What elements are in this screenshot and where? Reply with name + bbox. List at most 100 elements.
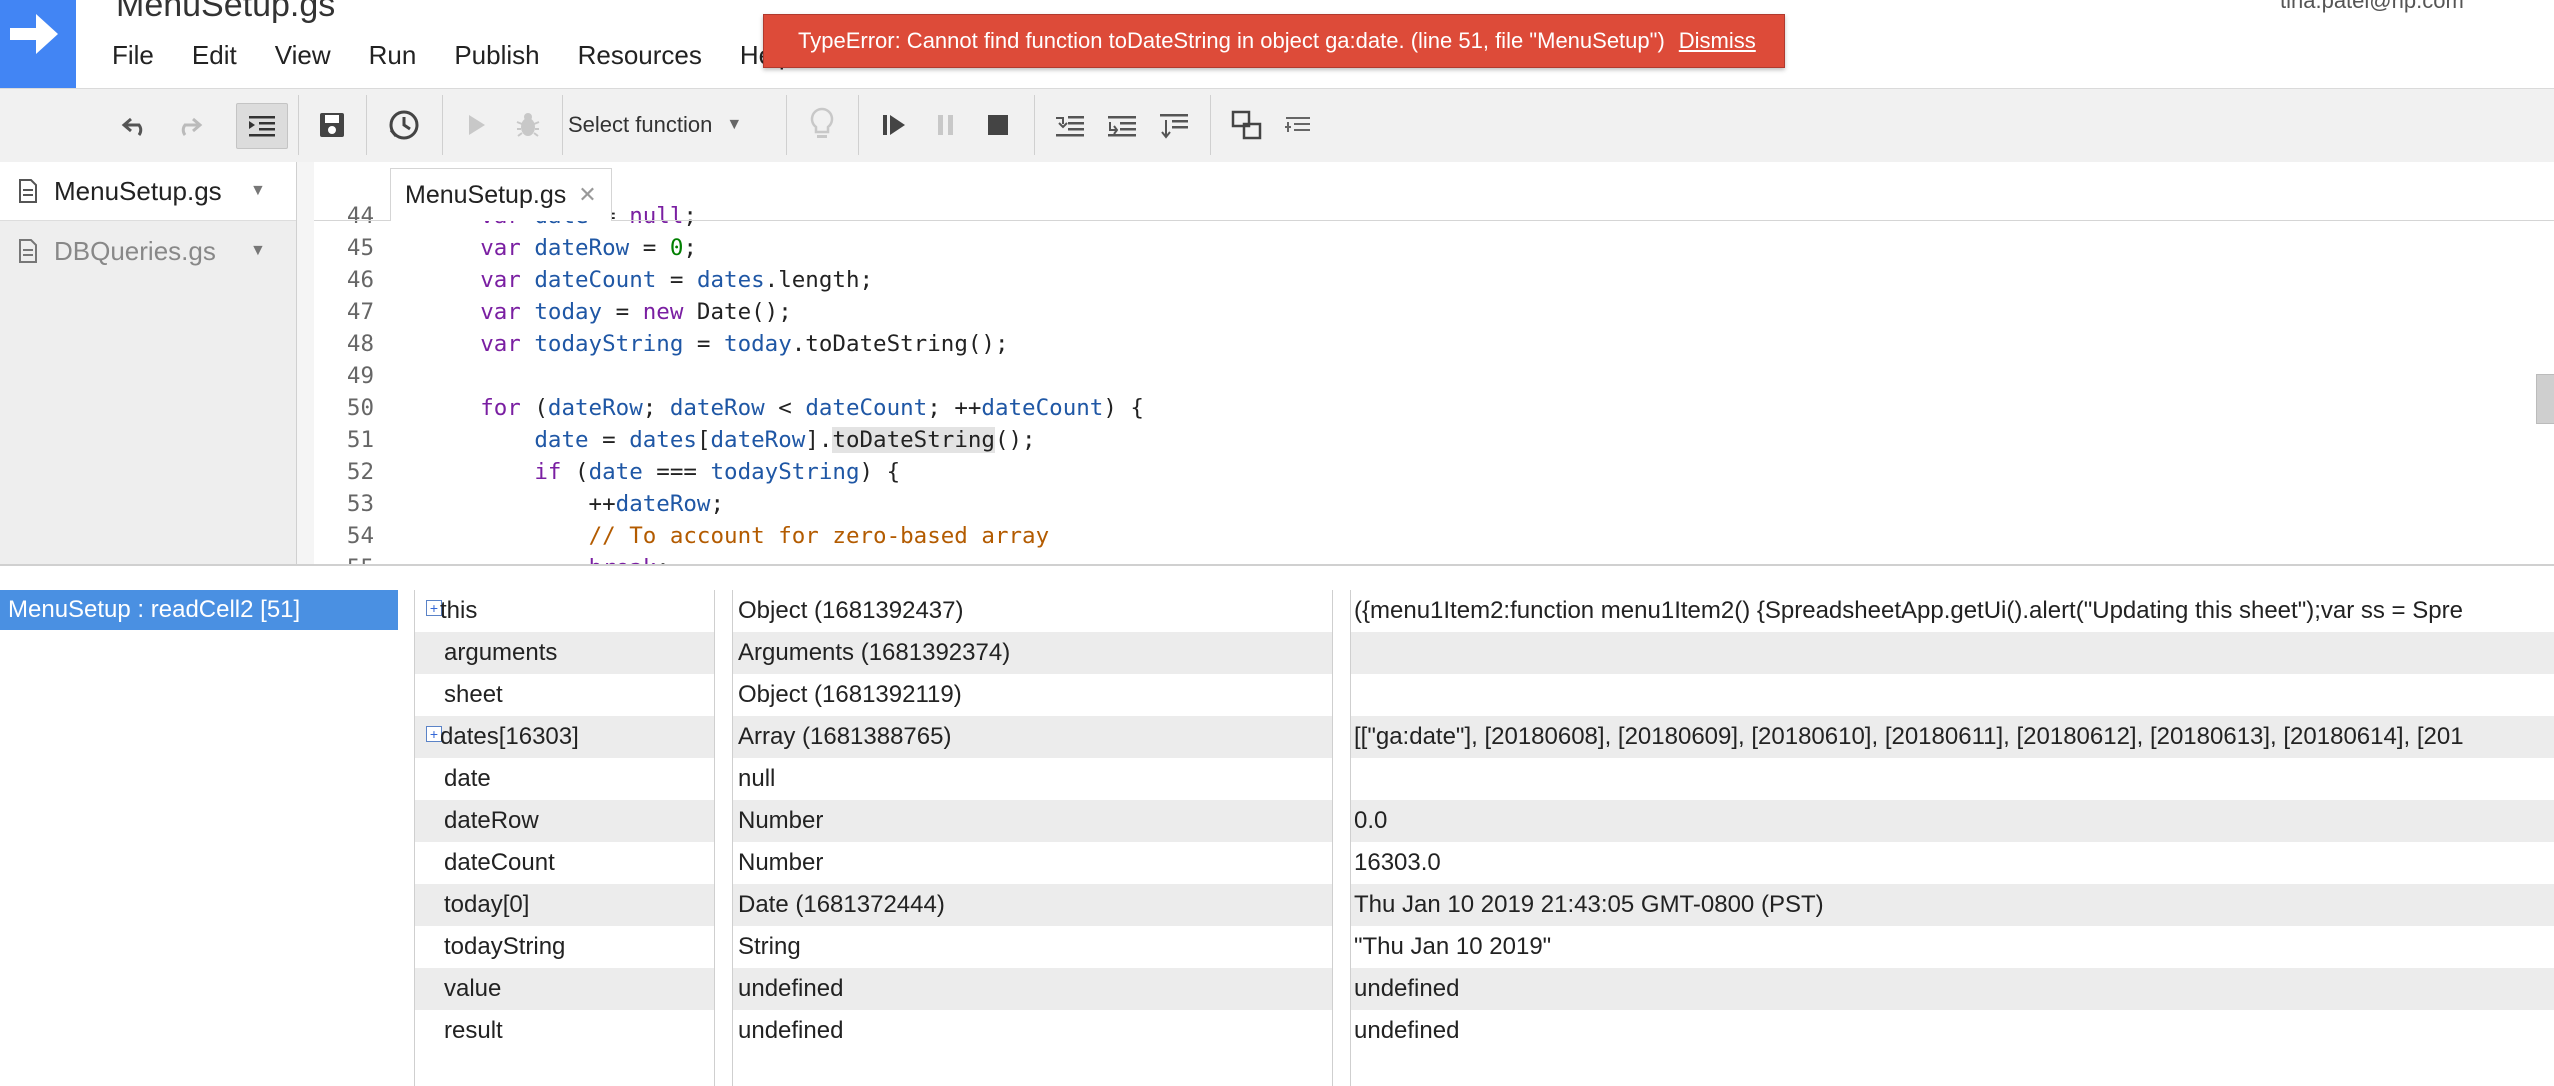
variable-name: this [440, 597, 478, 624]
toolbar-separator [1210, 95, 1211, 155]
menu-file[interactable]: File [108, 38, 158, 78]
undo-icon [121, 117, 143, 136]
variable-row[interactable]: dateRow Number 0.0 [414, 800, 2554, 842]
debug-icon [516, 113, 540, 137]
step-into-button[interactable] [1048, 103, 1092, 147]
toolbar-separator [562, 95, 563, 155]
step-over-button[interactable] [1100, 103, 1144, 147]
variable-row[interactable]: sheet Object (1681392119) [414, 674, 2554, 716]
select-function-dropdown[interactable]: Select function ▼ [568, 103, 768, 147]
code-line: 47 var today = new Date(); [346, 299, 792, 325]
stop-button[interactable] [976, 103, 1020, 147]
step-out-button[interactable] [1152, 103, 1196, 147]
project-title[interactable]: MenuSetup.gs [116, 0, 335, 25]
menu-run[interactable]: Run [365, 38, 421, 78]
file-item-menusetup[interactable]: MenuSetup.gs ▼ [0, 162, 296, 221]
variable-type: Arguments (1681392374) [738, 639, 1011, 666]
menu-publish[interactable]: Publish [450, 38, 543, 78]
variable-name: arguments [444, 639, 558, 666]
save-button[interactable] [310, 103, 354, 147]
arrow-right-icon [10, 14, 58, 54]
step-into-icon [1056, 116, 1084, 137]
tab-menusetup[interactable]: MenuSetup.gs ✕ [390, 168, 612, 221]
variable-name: value [444, 975, 502, 1002]
variable-value: Thu Jan 10 2019 21:43:05 GMT-0800 (PST) [1354, 891, 1824, 918]
menu-resources[interactable]: Resources [574, 38, 706, 78]
toolbar-separator [786, 95, 787, 155]
variable-row[interactable]: arguments Arguments (1681392374) [414, 632, 2554, 674]
pause-icon [938, 115, 953, 135]
triggers-icon [389, 110, 419, 140]
file-name: DBQueries.gs [54, 235, 216, 266]
code-line: 46 var dateCount = dates.length; [346, 267, 874, 293]
error-banner: TypeError: Cannot find function toDateSt… [763, 14, 1785, 68]
variables-table: + this Object (1681392437) ({menu1Item2:fun… [414, 590, 2554, 1086]
auto-indent-button[interactable] [236, 103, 288, 149]
variable-name: result [444, 1017, 503, 1044]
close-icon[interactable]: ✕ [578, 182, 596, 208]
file-item-dbqueries[interactable]: DBQueries.gs ▼ [0, 222, 296, 280]
variable-type: Object (1681392119) [738, 681, 962, 708]
undo-button[interactable] [114, 103, 158, 147]
variable-row[interactable]: value undefined undefined [414, 968, 2554, 1010]
stop-icon [988, 115, 1008, 135]
code-line: 49 [346, 363, 374, 389]
menu-view[interactable]: View [271, 38, 335, 78]
chevron-down-icon[interactable]: ▼ [250, 182, 266, 200]
code-lines[interactable]: 44 var date = null; 45 var dateRow = 0; … [314, 200, 2524, 564]
redo-icon [181, 117, 203, 136]
variable-name: dates[16303] [440, 723, 579, 750]
variable-type: Number [738, 807, 824, 834]
variable-row[interactable]: date null [414, 758, 2554, 800]
variable-row[interactable]: + dates[16303] Array (1681388765) [["ga:dat… [414, 716, 2554, 758]
code-line: 55 break; [314, 552, 670, 564]
variable-name: dateRow [444, 807, 539, 834]
menu-bar: File Edit View Run Publish Resources Hel… [108, 38, 827, 78]
variable-name: dateCount [444, 849, 555, 876]
variable-name: todayString [444, 933, 566, 960]
toggle-breakpoints-button[interactable] [1224, 103, 1270, 147]
run-button[interactable] [454, 103, 498, 147]
editor-scrollbar[interactable] [2536, 374, 2554, 424]
code-line: 48 var todayString = today.toDateString(… [346, 331, 1009, 357]
variable-value: undefined [1354, 1017, 1460, 1044]
debugger-divider[interactable] [0, 564, 2554, 584]
document-icon [19, 239, 37, 263]
variable-row[interactable]: today[0] Date (1681372444) Thu Jan 10 2019… [414, 884, 2554, 926]
variable-type: undefined [738, 1017, 844, 1044]
menu-edit[interactable]: Edit [188, 38, 241, 78]
code-line-current: 51 date = dates[dateRow].toDateString(); [346, 427, 1036, 453]
run-icon [469, 115, 485, 135]
execution-hints-button[interactable] [800, 103, 844, 147]
dismiss-link[interactable]: Dismiss [1679, 28, 1756, 54]
toggle-breakpoints-icon [1231, 110, 1262, 140]
variable-row[interactable]: todayString String "Thu Jan 10 2019" [414, 926, 2554, 968]
variable-row[interactable]: + this Object (1681392437) ({menu1Item2:fun… [414, 590, 2554, 632]
variable-value: [["ga:date"], [20180608], [20180609], [2… [1354, 723, 2464, 750]
user-account[interactable]: tina.patel@hp.com [2280, 0, 2464, 14]
variable-name: sheet [444, 681, 503, 708]
code-line: 53 ++dateRow; [346, 491, 725, 517]
add-watch-button[interactable] [1276, 103, 1320, 147]
variable-value: ({menu1Item2:function menu1Item2() {Spre… [1354, 597, 2463, 624]
pause-button[interactable] [924, 103, 968, 147]
indent-icon [249, 116, 275, 137]
variable-row[interactable]: dateCount Number 16303.0 [414, 842, 2554, 884]
chevron-down-icon: ▼ [726, 116, 743, 133]
continue-button[interactable] [872, 103, 916, 147]
variable-value [1354, 758, 2554, 800]
toolbar-separator [366, 95, 367, 155]
triggers-button[interactable] [382, 103, 426, 147]
toolbar-separator [1034, 95, 1035, 155]
debug-button[interactable] [506, 103, 550, 147]
variable-row[interactable]: result undefined undefined [414, 1010, 2554, 1052]
add-watch-icon [1285, 117, 1310, 132]
redo-button[interactable] [166, 103, 210, 147]
tab-label: MenuSetup.gs [405, 180, 567, 209]
sidebar-resizer[interactable] [297, 162, 314, 564]
call-stack-frame[interactable]: MenuSetup : readCell2 [51] [0, 590, 398, 630]
variable-type: null [738, 765, 776, 792]
apps-script-logo[interactable] [0, 0, 76, 88]
chevron-down-icon[interactable]: ▼ [250, 242, 266, 260]
document-icon [19, 179, 37, 203]
